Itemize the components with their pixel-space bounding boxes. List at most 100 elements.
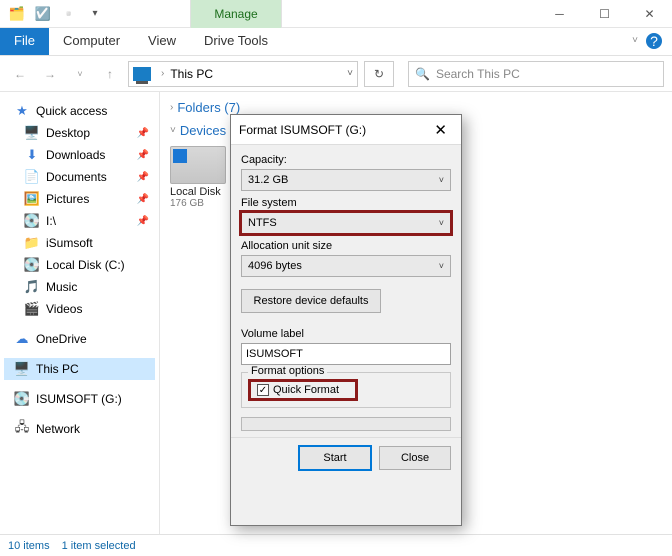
title-bar: 🗂️ ☑️ ▫️ ▾ This PC ─ ☐ ✕ <box>0 0 672 28</box>
network-icon: 🖧 <box>14 421 30 437</box>
sidebar-network[interactable]: 🖧 Network <box>4 418 155 440</box>
navigation-pane: ★ Quick access 🖥️Desktop📌 ⬇Downloads📌 📄 D… <box>0 92 160 534</box>
allocation-value: 4096 bytes <box>248 260 439 272</box>
help-icon[interactable]: ? <box>646 33 662 49</box>
dialog-buttons: Start Close <box>231 437 461 478</box>
desktop-icon: 🖥️ <box>24 125 40 141</box>
restore-defaults-button[interactable]: Restore device defaults <box>241 289 381 313</box>
format-options-legend: Format options <box>248 365 327 377</box>
collapse-ribbon-icon[interactable]: ˅ <box>632 35 638 46</box>
allocation-label: Allocation unit size <box>241 240 451 252</box>
address-bar[interactable]: › This PC ˅ <box>128 61 358 87</box>
chevron-down-icon: ˅ <box>439 175 444 185</box>
format-dialog: Format ISUMSOFT (G:) ✕ Capacity: 31.2 GB… <box>230 114 462 526</box>
sidebar-item-music[interactable]: 🎵Music <box>4 276 155 298</box>
status-selected-count: 1 item selected <box>62 540 136 552</box>
search-box[interactable]: 🔍 Search This PC <box>408 61 664 87</box>
picture-icon: 🖼️ <box>24 191 40 207</box>
qat-dropdown-icon[interactable]: ▾ <box>84 3 106 25</box>
quick-access-label: Quick access <box>36 104 107 118</box>
back-button[interactable]: ← <box>8 62 32 86</box>
windows-badge-icon <box>173 149 187 163</box>
tab-view[interactable]: View <box>134 28 190 55</box>
minimize-button[interactable]: ─ <box>537 0 582 28</box>
sidebar-item-label: Documents <box>46 170 107 184</box>
refresh-button[interactable]: ↻ <box>364 61 394 87</box>
forward-button[interactable]: → <box>38 62 62 86</box>
sidebar-item-label: Videos <box>46 302 82 316</box>
tab-drive-tools[interactable]: Manage Drive Tools <box>190 28 282 55</box>
address-dropdown-icon[interactable]: ˅ <box>347 68 353 79</box>
qat-new-folder-icon[interactable]: ▫️ <box>58 3 80 25</box>
sidebar-quick-access[interactable]: ★ Quick access <box>4 100 155 122</box>
sidebar-item-downloads[interactable]: ⬇Downloads📌 <box>4 144 155 166</box>
sidebar-item-local-disk-c[interactable]: 💽Local Disk (C:) <box>4 254 155 276</box>
chevron-down-icon: ˅ <box>439 261 444 271</box>
drive-icon: 💽 <box>24 213 40 229</box>
sidebar-isumsoft-g[interactable]: 💽 ISUMSOFT (G:) <box>4 388 155 410</box>
sidebar-item-isumsoft[interactable]: 📁iSumsoft <box>4 232 155 254</box>
volume-label-label: Volume label <box>241 328 451 340</box>
this-pc-icon <box>133 67 151 81</box>
pin-icon: 📌 <box>137 150 149 161</box>
quick-format-label: Quick Format <box>273 384 339 396</box>
quick-access-toolbar: 🗂️ ☑️ ▫️ ▾ <box>0 3 106 25</box>
close-window-button[interactable]: ✕ <box>627 0 672 28</box>
file-tab[interactable]: File <box>0 28 49 55</box>
ribbon-spacer <box>282 28 672 55</box>
filesystem-label: File system <box>241 197 451 209</box>
document-icon: 📄 <box>24 169 40 185</box>
tab-computer[interactable]: Computer <box>49 28 134 55</box>
drive-icon: 💽 <box>14 391 30 407</box>
sidebar-item-i-drive[interactable]: 💽I:\📌 <box>4 210 155 232</box>
sidebar-item-documents[interactable]: 📄 Documents 📌 <box>4 166 155 188</box>
dialog-body: Capacity: 31.2 GB˅ File system NTFS˅ All… <box>231 145 461 437</box>
capacity-label: Capacity: <box>241 154 451 166</box>
quick-format-checkbox[interactable]: ✓ <box>257 384 269 396</box>
volume-label-input[interactable]: ISUMSOFT <box>241 343 451 365</box>
address-text: This PC <box>170 67 213 81</box>
pin-icon: 📌 <box>137 194 149 205</box>
recent-locations-icon[interactable]: ˅ <box>68 62 92 86</box>
window-controls: ─ ☐ ✕ <box>537 0 672 28</box>
sidebar-this-pc[interactable]: 🖥️ This PC <box>4 358 155 380</box>
sidebar-item-label: Music <box>46 280 77 294</box>
sidebar-item-label: Pictures <box>46 192 89 206</box>
video-icon: 🎬 <box>24 301 40 317</box>
isumsoft-drive-label: ISUMSOFT (G:) <box>36 392 122 406</box>
maximize-button[interactable]: ☐ <box>582 0 627 28</box>
search-icon: 🔍 <box>415 67 430 81</box>
up-button[interactable]: ↑ <box>98 62 122 86</box>
allocation-combo[interactable]: 4096 bytes˅ <box>241 255 451 277</box>
close-button[interactable]: Close <box>379 446 451 470</box>
sidebar-onedrive[interactable]: ☁OneDrive <box>4 328 155 350</box>
filesystem-value: NTFS <box>248 217 439 229</box>
chevron-down-icon: ˅ <box>439 218 444 228</box>
navigation-bar: ← → ˅ ↑ › This PC ˅ ↻ 🔍 Search This PC <box>0 56 672 92</box>
sidebar-item-desktop[interactable]: 🖥️Desktop📌 <box>4 122 155 144</box>
contextual-tab-header: Manage <box>190 0 282 28</box>
pin-icon: 📌 <box>137 172 149 183</box>
address-chevron-icon[interactable]: › <box>161 68 164 79</box>
capacity-combo[interactable]: 31.2 GB˅ <box>241 169 451 191</box>
sidebar-item-videos[interactable]: 🎬 Videos <box>4 298 155 320</box>
capacity-value: 31.2 GB <box>248 174 439 186</box>
this-pc-label: This PC <box>36 362 79 376</box>
dialog-close-button[interactable]: ✕ <box>428 121 453 139</box>
drive-tools-label: Drive Tools <box>204 33 268 48</box>
qat-properties-icon[interactable]: ☑️ <box>32 3 54 25</box>
quick-format-checkbox-row[interactable]: ✓ Quick Format <box>248 379 358 401</box>
folder-icon: 📁 <box>24 235 40 251</box>
dialog-title-text: Format ISUMSOFT (G:) <box>239 123 366 137</box>
onedrive-label: OneDrive <box>36 332 87 346</box>
search-placeholder: Search This PC <box>436 67 520 81</box>
network-label: Network <box>36 422 80 436</box>
download-icon: ⬇ <box>24 147 40 163</box>
this-pc-icon: 🖥️ <box>14 361 30 377</box>
filesystem-combo[interactable]: NTFS˅ <box>241 212 451 234</box>
sidebar-item-pictures[interactable]: 🖼️ Pictures 📌 <box>4 188 155 210</box>
volume-label-value: ISUMSOFT <box>246 348 303 360</box>
status-item-count: 10 items <box>8 540 50 552</box>
pin-icon: 📌 <box>137 216 149 227</box>
start-button[interactable]: Start <box>299 446 371 470</box>
